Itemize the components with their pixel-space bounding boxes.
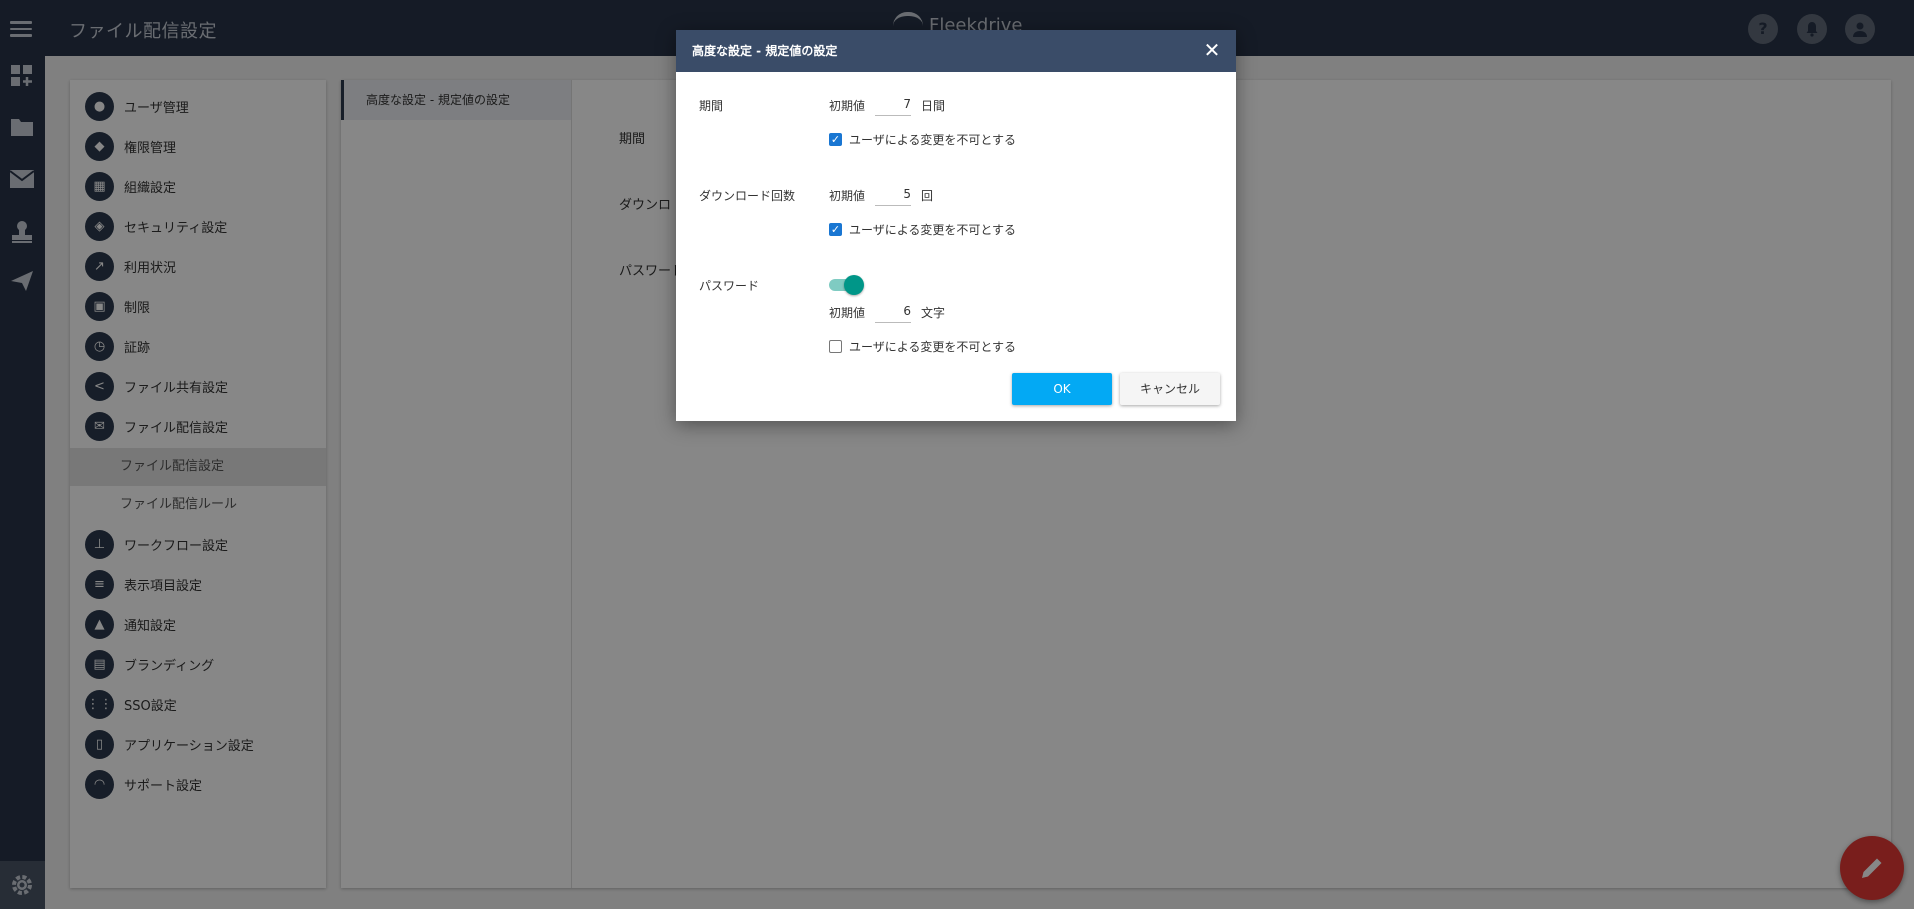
ok-button[interactable]: OK	[1012, 373, 1112, 405]
password-lock-label: ユーザによる変更を不可とする	[849, 340, 1017, 354]
downloads-label: ダウンロード回数	[699, 189, 796, 203]
period-lock-label: ユーザによる変更を不可とする	[849, 133, 1017, 147]
downloads-lock-label: ユーザによる変更を不可とする	[849, 223, 1017, 237]
period-unit: 日間	[921, 99, 946, 113]
dialog-header: 高度な設定 - 規定値の設定 ✕	[676, 30, 1236, 72]
downloads-unit: 回	[921, 189, 934, 203]
dialog-title: 高度な設定 - 規定値の設定	[692, 44, 838, 58]
password-toggle[interactable]	[829, 275, 864, 295]
password-unit: 文字	[921, 306, 946, 320]
downloads-initial-label: 初期値	[829, 189, 866, 203]
period-lock-checkbox[interactable]: ✓ ユーザによる変更を不可とする	[829, 131, 1016, 148]
period-label: 期間	[699, 99, 724, 113]
period-initial-label: 初期値	[829, 99, 866, 113]
period-value-input[interactable]: 7	[875, 97, 911, 116]
checkbox-checked-icon: ✓	[829, 223, 842, 236]
password-length-input[interactable]: 6	[875, 304, 911, 323]
downloads-value-input[interactable]: 5	[875, 187, 911, 206]
checkbox-checked-icon: ✓	[829, 133, 842, 146]
password-lock-checkbox[interactable]: ユーザによる変更を不可とする	[829, 338, 1016, 355]
checkbox-unchecked-icon	[829, 340, 842, 353]
toggle-knob	[844, 275, 864, 295]
default-settings-dialog: 高度な設定 - 規定値の設定 ✕ 期間 初期値 7 日間 ✓ ユーザによる変更を…	[676, 30, 1236, 421]
cancel-button[interactable]: キャンセル	[1120, 373, 1220, 405]
password-initial-label: 初期値	[829, 306, 866, 320]
close-icon[interactable]: ✕	[1202, 40, 1222, 60]
password-label: パスワード	[699, 279, 760, 293]
downloads-lock-checkbox[interactable]: ✓ ユーザによる変更を不可とする	[829, 221, 1016, 238]
